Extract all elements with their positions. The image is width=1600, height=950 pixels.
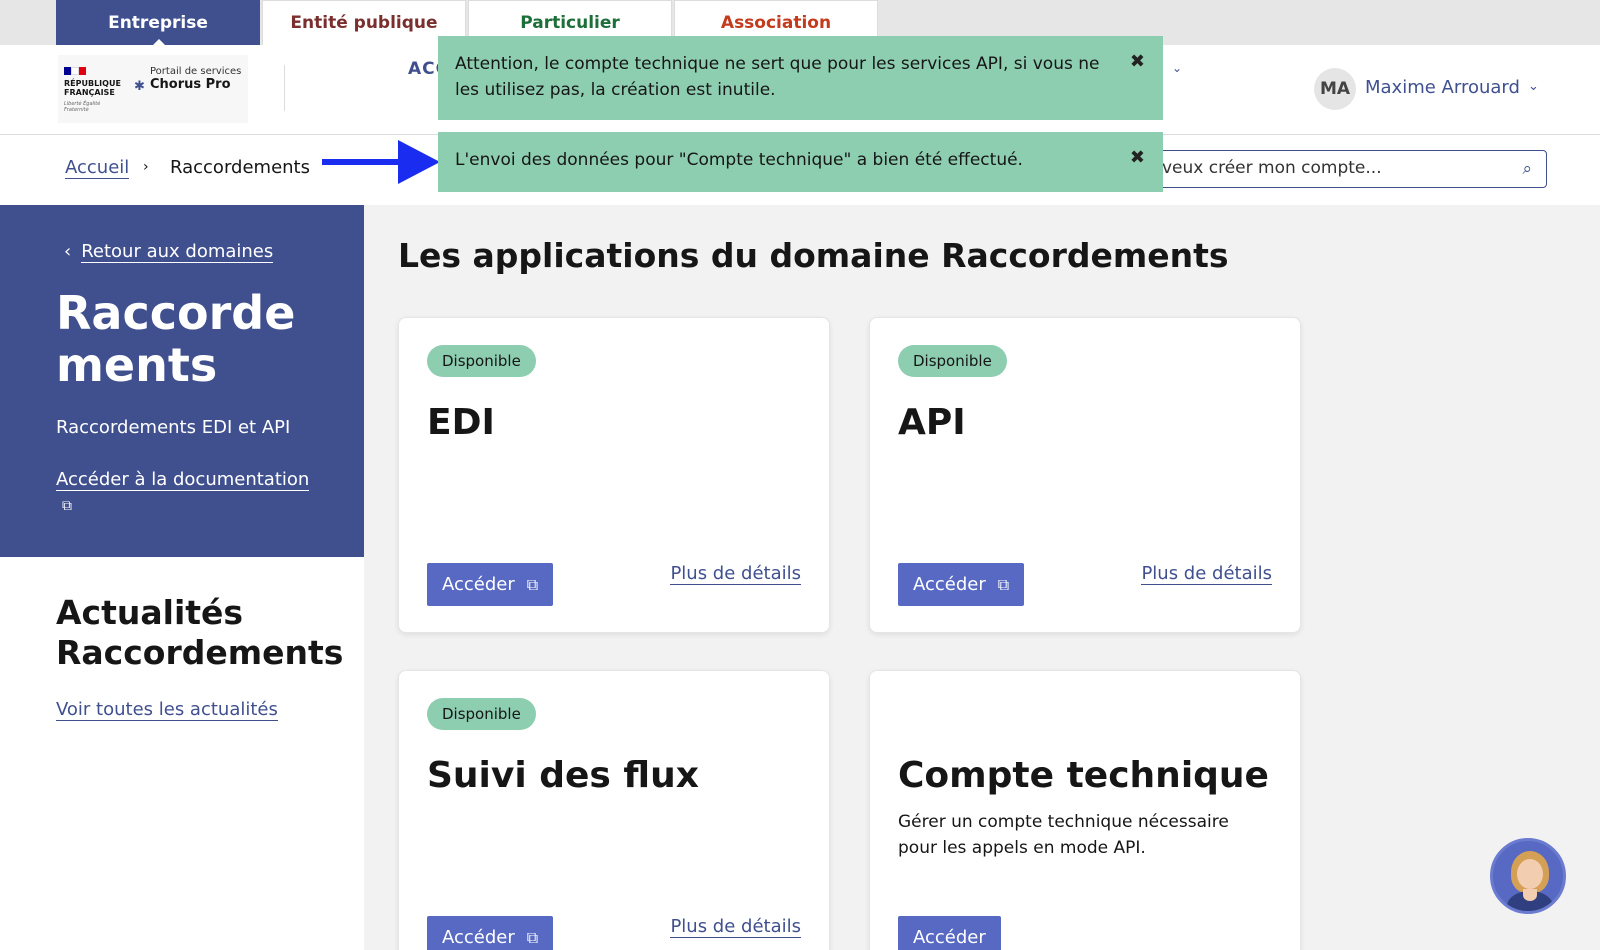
app-card-edi: Disponible EDI Accéder ⧉ Plus de détails xyxy=(398,317,830,633)
news-title: Actualités Raccordements xyxy=(56,593,344,672)
all-news-link[interactable]: Voir toutes les actualités xyxy=(56,699,278,721)
devise-label: Liberté Égalité Fraternité xyxy=(64,101,101,113)
details-link[interactable]: Plus de détails xyxy=(670,916,801,938)
button-label: Accéder xyxy=(442,927,515,948)
breadcrumb-current: Raccordements xyxy=(170,157,310,178)
access-button[interactable]: Accéder xyxy=(898,916,1001,950)
app-card-suivi-des-flux: Disponible Suivi des flux Accéder ⧉ Plus … xyxy=(398,670,830,950)
breadcrumb-home-link[interactable]: Accueil xyxy=(65,157,130,179)
portal-label: Portail de services xyxy=(150,66,242,77)
chevron-down-icon[interactable]: ⌄ xyxy=(1172,61,1182,75)
status-badge: Disponible xyxy=(427,698,536,730)
external-link-icon: ⧉ xyxy=(526,928,539,947)
domain-hero: ‹ Retour aux domaines Raccordements Racco… xyxy=(0,205,364,557)
button-label: Accéder xyxy=(913,574,986,595)
annotation-arrow xyxy=(322,159,402,165)
card-title: Suivi des flux xyxy=(427,755,699,796)
external-link-icon: ⧉ xyxy=(997,575,1010,594)
domain-title: Raccordements xyxy=(56,286,296,392)
warning-toast: Attention, le compte technique ne sert q… xyxy=(438,36,1163,120)
status-badge: Disponible xyxy=(898,345,1007,377)
status-badge: Disponible xyxy=(427,345,536,377)
back-to-domains-link[interactable]: ‹ Retour aux domaines xyxy=(64,241,274,263)
card-description: Gérer un compte technique nécessaire pou… xyxy=(898,812,1229,858)
app-name: Chorus Pro xyxy=(150,77,231,92)
chevron-left-icon: ‹ xyxy=(64,241,72,262)
user-menu-name[interactable]: Maxime Arrouard xyxy=(1365,77,1520,98)
tab-entite-publique[interactable]: Entité publique xyxy=(262,0,466,45)
chevron-down-icon[interactable]: ⌄ xyxy=(1528,79,1539,94)
card-title: API xyxy=(898,402,966,443)
close-icon[interactable]: ✖ xyxy=(1130,145,1145,171)
access-button[interactable]: Accéder ⧉ xyxy=(898,563,1025,606)
button-label: Accéder xyxy=(442,574,515,595)
tab-entreprise[interactable]: Entreprise xyxy=(56,0,260,45)
back-link-label: Retour aux domaines xyxy=(81,241,274,263)
annotation-arrow-head xyxy=(398,140,440,184)
success-toast: L'envoi des données pour "Compte techniq… xyxy=(438,132,1163,192)
documentation-link[interactable]: Accéder à la documentation xyxy=(56,469,310,491)
access-button[interactable]: Accéder ⧉ xyxy=(427,916,554,950)
external-link-icon: ⧉ xyxy=(526,575,539,594)
card-title: Compte technique xyxy=(898,755,1269,796)
chat-assistant-avatar-icon[interactable] xyxy=(1490,838,1566,914)
close-icon[interactable]: ✖ xyxy=(1130,49,1145,75)
app-card-compte-technique: Compte technique Gérer un compte techniq… xyxy=(869,670,1301,950)
details-link[interactable]: Plus de détails xyxy=(1141,563,1272,585)
page-title: Les applications du domaine Raccordement… xyxy=(398,236,1229,275)
user-avatar[interactable]: MA xyxy=(1314,68,1356,110)
search-box: ⌕ xyxy=(1155,150,1547,188)
access-button[interactable]: Accéder ⧉ xyxy=(427,563,554,606)
external-link-icon[interactable]: ⧉ xyxy=(62,498,72,514)
french-flag-icon xyxy=(64,67,87,75)
search-input[interactable] xyxy=(1162,158,1502,178)
republique-francaise-label: RÉPUBLIQUE FRANÇAISE xyxy=(64,79,121,97)
chorus-pro-icon: ✱ xyxy=(134,79,145,94)
app-card-api: Disponible API Accéder ⧉ Plus de détails xyxy=(869,317,1301,633)
domain-subtitle: Raccordements EDI et API xyxy=(56,417,291,438)
header-divider xyxy=(284,65,285,111)
toast-message: L'envoi des données pour "Compte techniq… xyxy=(455,150,1023,170)
card-title: EDI xyxy=(427,402,495,443)
chorus-pro-logo[interactable]: RÉPUBLIQUE FRANÇAISE Liberté Égalité Fra… xyxy=(58,55,248,123)
button-label: Accéder xyxy=(913,927,986,948)
breadcrumb-separator: › xyxy=(143,159,149,175)
details-link[interactable]: Plus de détails xyxy=(670,563,801,585)
news-panel: Actualités Raccordements Voir toutes les… xyxy=(0,557,364,950)
toast-message: Attention, le compte technique ne sert q… xyxy=(455,54,1100,100)
search-icon[interactable]: ⌕ xyxy=(1522,159,1532,179)
